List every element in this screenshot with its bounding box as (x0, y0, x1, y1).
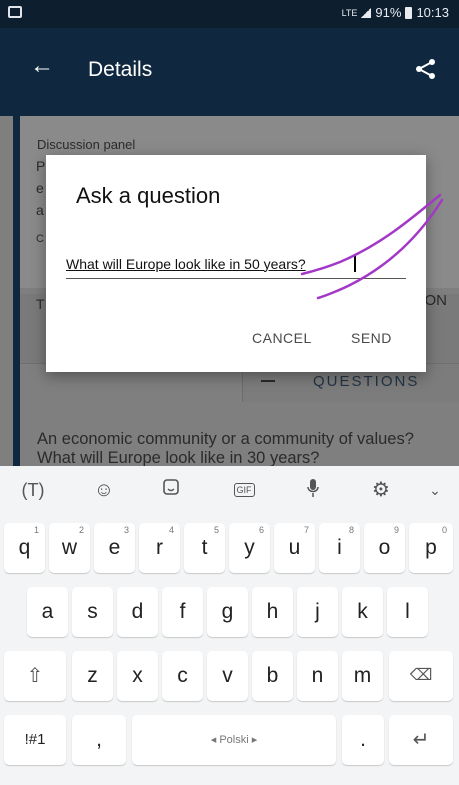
on-screen-keyboard: (T) ☺ GIF ⚙ ⌄ q1 w2 e3 r4 t5 y6 u7 i8 o9… (0, 466, 459, 785)
key[interactable]: z (72, 651, 113, 701)
key-number-hint: 1 (33, 525, 39, 535)
key-label: e (108, 536, 121, 559)
ask-question-dialog: Ask a question CANCEL SEND (46, 155, 426, 372)
emoji-icon[interactable]: ☺ (89, 478, 119, 502)
panel-label: Discussion panel (37, 137, 136, 152)
battery-level: 91% (375, 5, 402, 20)
sticker-icon[interactable] (156, 478, 186, 502)
accent-stripe (13, 116, 20, 466)
gif-icon[interactable]: GIF (229, 478, 259, 502)
dialog-title: Ask a question (76, 183, 221, 208)
key[interactable]: k (342, 587, 383, 637)
key-number-hint: 3 (123, 525, 129, 535)
microphone-icon[interactable] (298, 478, 328, 504)
gif-label: GIF (233, 483, 255, 497)
battery-icon (405, 6, 413, 19)
space-key[interactable]: ◂ Polski ▸ (132, 715, 336, 765)
comma-key[interactable]: , (72, 715, 126, 765)
key[interactable]: l (387, 587, 428, 637)
obscured-text: e (36, 180, 44, 196)
key-number-hint: 6 (258, 525, 264, 535)
signal-icon (361, 7, 372, 18)
key-label: p (425, 536, 437, 559)
key-number-hint: 5 (213, 525, 219, 535)
backspace-key[interactable]: ⌫ (389, 651, 453, 701)
key[interactable]: e3 (94, 523, 135, 573)
send-button[interactable]: SEND (351, 330, 392, 346)
key[interactable]: r4 (139, 523, 180, 573)
status-indicators: LTE 91% 10:13 (342, 5, 449, 20)
gallery-notification-icon (8, 6, 22, 18)
shift-key[interactable]: ⇧ (4, 651, 66, 701)
key[interactable]: o9 (364, 523, 405, 573)
settings-icon[interactable]: ⚙ (366, 478, 396, 502)
key-label: y (244, 536, 255, 559)
key[interactable]: m (342, 651, 383, 701)
key[interactable]: t5 (184, 523, 225, 573)
cancel-button[interactable]: CANCEL (252, 330, 312, 346)
clock: 10:13 (416, 5, 449, 20)
network-type: LTE (341, 7, 358, 18)
obscured-tab-text: ON (424, 292, 448, 309)
key[interactable]: p0 (409, 523, 453, 573)
key[interactable]: a (27, 587, 68, 637)
key[interactable]: f (162, 587, 203, 637)
period-key[interactable]: . (342, 715, 384, 765)
app-bar: ← Details (0, 28, 459, 116)
key[interactable]: c (162, 651, 203, 701)
key-number-hint: 9 (393, 525, 399, 535)
key-label: t (201, 536, 208, 559)
key-number-hint: 0 (441, 525, 447, 535)
key[interactable]: s (72, 587, 113, 637)
obscured-text: P (36, 158, 46, 174)
key-number-hint: 4 (168, 525, 174, 535)
key[interactable]: i8 (319, 523, 360, 573)
obscured-text: C (36, 233, 44, 245)
obscured-tab-text: T (36, 296, 45, 312)
status-bar: LTE 91% 10:13 (0, 0, 459, 28)
key-label: u (288, 536, 301, 559)
key-label: q (18, 536, 31, 559)
symbols-key[interactable]: !#1 (4, 715, 66, 765)
key-label: r (156, 536, 163, 559)
key[interactable]: q1 (4, 523, 45, 573)
enter-icon: ↵ (412, 729, 430, 751)
enter-key[interactable]: ↵ (389, 715, 453, 765)
key-label: o (378, 536, 391, 559)
text-cursor (354, 254, 356, 272)
key[interactable]: x (117, 651, 158, 701)
key[interactable]: b (252, 651, 293, 701)
key[interactable]: y6 (229, 523, 270, 573)
key[interactable]: h (252, 587, 293, 637)
key-number-hint: 2 (78, 525, 84, 535)
key[interactable]: w2 (49, 523, 90, 573)
page-title: Details (88, 58, 153, 81)
key-number-hint: 7 (303, 525, 309, 535)
backspace-icon: ⌫ (409, 667, 433, 684)
shift-icon: ⇧ (26, 665, 44, 687)
discussion-description: An economic community or a community of … (37, 430, 414, 467)
key[interactable]: j (297, 587, 338, 637)
chevron-down-icon[interactable]: ⌄ (420, 478, 450, 502)
back-arrow-icon[interactable]: ← (30, 54, 54, 78)
key[interactable]: g (207, 587, 248, 637)
text-recognition-icon[interactable]: (T) (18, 478, 48, 502)
keyboard-toolbar: (T) ☺ GIF ⚙ ⌄ (0, 466, 459, 514)
key[interactable]: v (207, 651, 248, 701)
key-label: i (337, 536, 342, 559)
key-number-hint: 8 (348, 525, 354, 535)
key[interactable]: n (297, 651, 338, 701)
key[interactable]: d (117, 587, 158, 637)
tab-questions-label: QUESTIONS (313, 373, 420, 390)
dash-icon (261, 380, 275, 382)
key[interactable]: u7 (274, 523, 315, 573)
share-icon[interactable] (415, 58, 437, 80)
obscured-text: a (36, 202, 44, 218)
key-label: w (61, 536, 78, 559)
